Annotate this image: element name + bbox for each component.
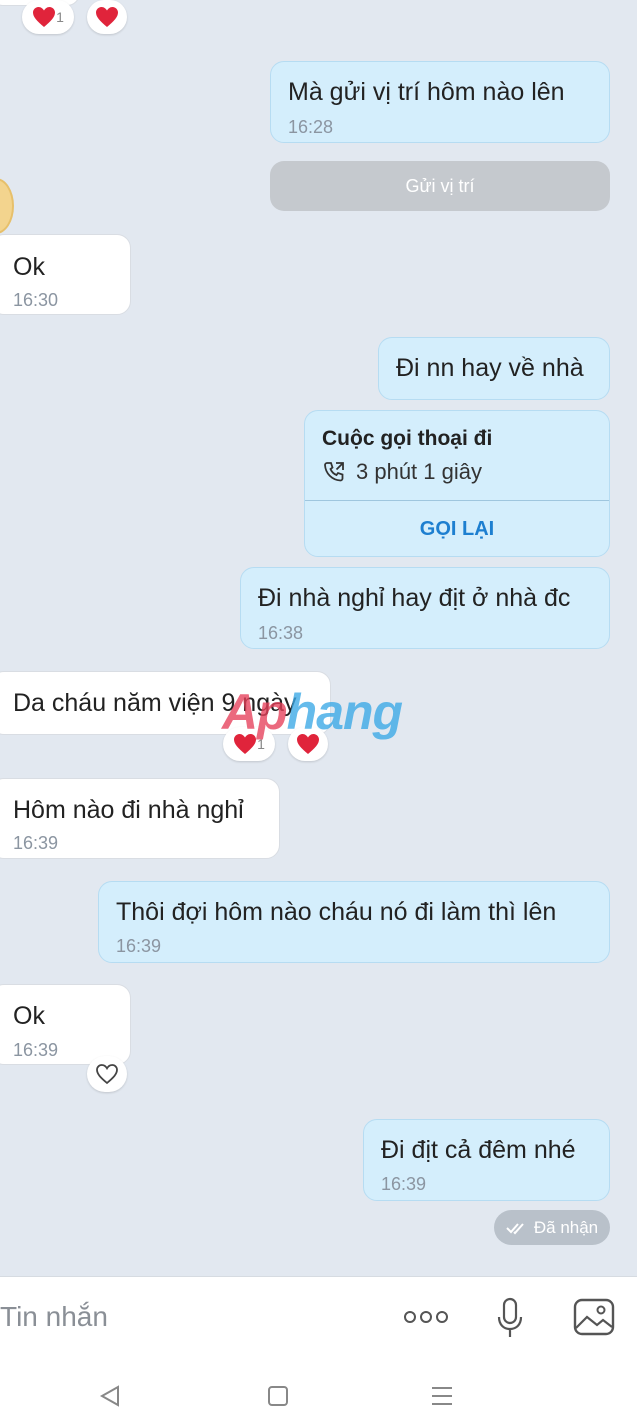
received-message[interactable]: Ok 16:30: [0, 234, 131, 315]
react-button[interactable]: [87, 1056, 127, 1092]
heart-outline-icon: [96, 1064, 118, 1085]
message-time: 16:39: [116, 936, 162, 956]
call-duration: 3 phút 1 giây: [356, 459, 482, 484]
message-text: Đi nn hay về nhà: [396, 354, 584, 382]
message-time: 16:28: [288, 117, 334, 137]
sent-message[interactable]: Đi nhà nghỉ hay địt ở nhà đc 16:38: [240, 567, 610, 649]
nav-home-icon[interactable]: [267, 1385, 289, 1407]
nav-menu-icon[interactable]: [430, 1386, 454, 1406]
microphone-icon[interactable]: [496, 1297, 524, 1339]
message-text: Ok: [13, 1002, 45, 1030]
status-badge: Đã nhận: [494, 1210, 610, 1245]
call-back-button[interactable]: GỌI LẠI: [305, 501, 609, 557]
message-text: Thôi đợi hôm nào cháu nó đi làm thì lên: [116, 898, 557, 926]
heart-icon: [33, 7, 56, 27]
received-message[interactable]: Ok 16:39: [0, 984, 131, 1065]
system-nav-bar: [0, 1358, 637, 1428]
phone-outgoing-icon: [324, 462, 344, 482]
call-card: Cuộc gọi thoại đi 3 phút 1 giây GỌI LẠI: [304, 410, 610, 557]
more-icon[interactable]: [403, 1309, 449, 1325]
message-text: Mà gửi vị trí hôm nào lên: [288, 78, 565, 106]
message-text: Đi địt cả đêm nhé: [381, 1136, 576, 1164]
message-time: 16:39: [381, 1174, 427, 1194]
avatar[interactable]: [0, 178, 14, 234]
message-time: 16:39: [13, 1040, 59, 1060]
image-icon[interactable]: [573, 1297, 615, 1337]
send-location-button[interactable]: Gửi vị trí: [270, 161, 610, 211]
react-button[interactable]: [87, 0, 127, 34]
nav-back-icon[interactable]: [98, 1384, 122, 1408]
reaction-badge[interactable]: 1: [22, 0, 74, 34]
received-message[interactable]: Hôm nào đi nhà nghỉ 16:39: [0, 778, 280, 859]
call-duration-row: 3 phút 1 giây: [322, 459, 482, 485]
message-input[interactable]: Tin nhắn: [0, 1301, 108, 1333]
composer-bar: Tin nhắn: [0, 1276, 637, 1359]
heart-icon: [96, 7, 118, 27]
sent-message[interactable]: Mà gửi vị trí hôm nào lên 16:28: [270, 61, 610, 143]
chat-area[interactable]: 1 Mà gửi vị trí hôm nào lên 16:28 Gửi vị…: [0, 0, 637, 1276]
status-text: Đã nhận: [533, 1217, 599, 1237]
message-time: 16:30: [13, 290, 59, 310]
call-title: Cuộc gọi thoại đi: [322, 427, 493, 450]
message-text: Ok: [13, 253, 45, 281]
message-time: 16:38: [258, 623, 304, 643]
sent-message[interactable]: Đi địt cả đêm nhé 16:39: [363, 1119, 610, 1201]
message-time: 16:39: [13, 833, 59, 853]
reaction-count: 1: [56, 9, 64, 25]
message-text: Đi nhà nghỉ hay địt ở nhà đc: [258, 584, 571, 612]
sent-message[interactable]: Đi nn hay về nhà: [378, 337, 610, 400]
sent-message[interactable]: Thôi đợi hôm nào cháu nó đi làm thì lên …: [98, 881, 610, 963]
message-text: Hôm nào đi nhà nghỉ: [13, 796, 244, 824]
watermark-logo: Aphang: [222, 684, 403, 740]
double-check-icon: [506, 1222, 524, 1234]
